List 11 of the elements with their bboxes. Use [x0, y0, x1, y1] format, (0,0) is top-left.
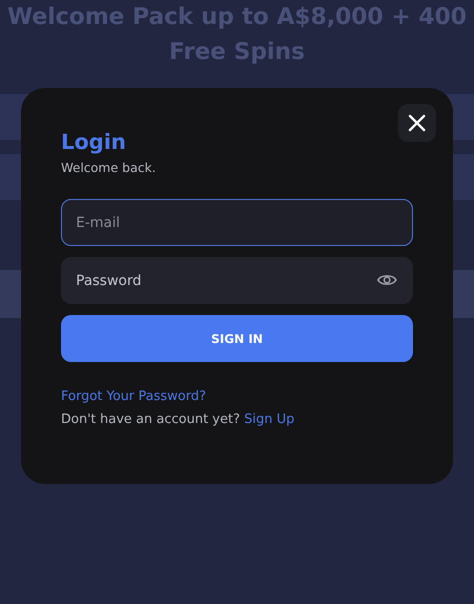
eye-icon[interactable] [377, 273, 397, 287]
signup-prompt: Don't have an account yet? [61, 412, 240, 427]
forgot-password-link[interactable]: Forgot Your Password? [61, 389, 206, 404]
close-button[interactable] [398, 104, 436, 142]
password-field[interactable]: Password [61, 257, 413, 304]
dialog-subtitle: Welcome back. [61, 160, 157, 175]
sign-in-button[interactable]: SIGN IN [61, 315, 413, 362]
dialog-title: Login [61, 130, 127, 154]
email-field[interactable]: E-mail [61, 199, 413, 246]
sign-up-link[interactable]: Sign Up [244, 412, 294, 427]
close-icon [408, 114, 426, 132]
